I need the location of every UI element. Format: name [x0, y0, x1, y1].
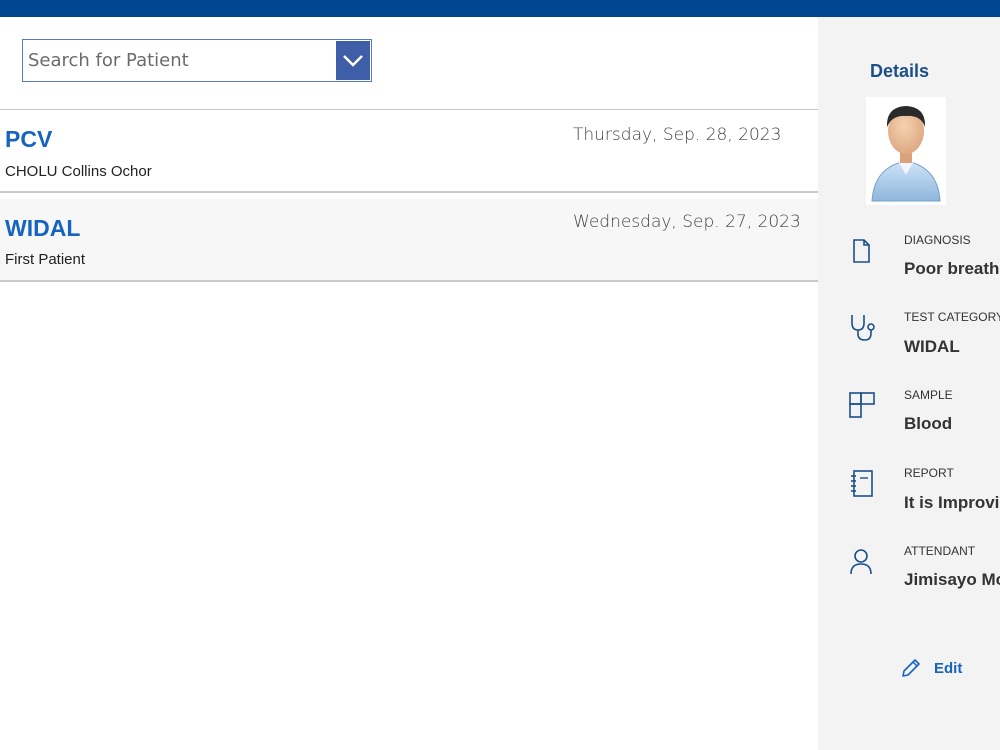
patient-search-combobox[interactable] [22, 39, 372, 82]
attendant-value: Jimisayo Mor [904, 570, 1000, 589]
stethoscope-icon [851, 315, 875, 341]
diagnosis-value: Poor breath c [904, 259, 1000, 278]
test-category-label: TEST CATEGORY [904, 310, 1000, 324]
dropdown-button[interactable] [336, 41, 370, 80]
row-divider [0, 191, 820, 193]
grid-icon [849, 392, 875, 418]
search-input[interactable] [23, 40, 336, 81]
sample-value: Blood [904, 414, 953, 433]
list-item[interactable]: PCV CHOLU Collins Ochor Thursday, Sep. 2… [0, 110, 820, 191]
test-name: WIDAL [5, 215, 81, 241]
record-date: Thursday, Sep. 28, 2023 [573, 125, 782, 145]
sample-label: SAMPLE [904, 388, 953, 402]
test-category-value: WIDAL [904, 337, 960, 356]
person-avatar-icon [871, 106, 941, 202]
person-icon [850, 549, 872, 575]
diagnosis-label: DIAGNOSIS [904, 233, 971, 247]
test-name: PCV [5, 126, 53, 152]
notebook-icon [851, 470, 873, 497]
report-label: REPORT [904, 466, 954, 480]
list-item[interactable]: WIDAL First Patient Wednesday, Sep. 27, … [0, 199, 820, 280]
details-heading: Details [870, 61, 930, 81]
details-panel: Details DIAGNOSIS Poor breath TEST CATEG… [818, 17, 1000, 750]
edit-label: Edit [934, 659, 963, 677]
attendant-label: ATTENDANT [904, 544, 976, 558]
top-bar [0, 0, 1000, 17]
chevron-down-icon [343, 54, 363, 67]
record-date: Wednesday, Sep. 27, 2023 [573, 212, 801, 232]
avatar [866, 97, 946, 205]
patient-name: First Patient [5, 251, 86, 268]
document-icon [853, 239, 870, 263]
report-value: It is Improvin [904, 493, 1000, 512]
patient-name: CHOLU Collins Ochor [5, 163, 152, 180]
pencil-icon [902, 659, 920, 677]
row-divider [0, 280, 820, 282]
edit-button[interactable]: Edit [900, 655, 962, 681]
